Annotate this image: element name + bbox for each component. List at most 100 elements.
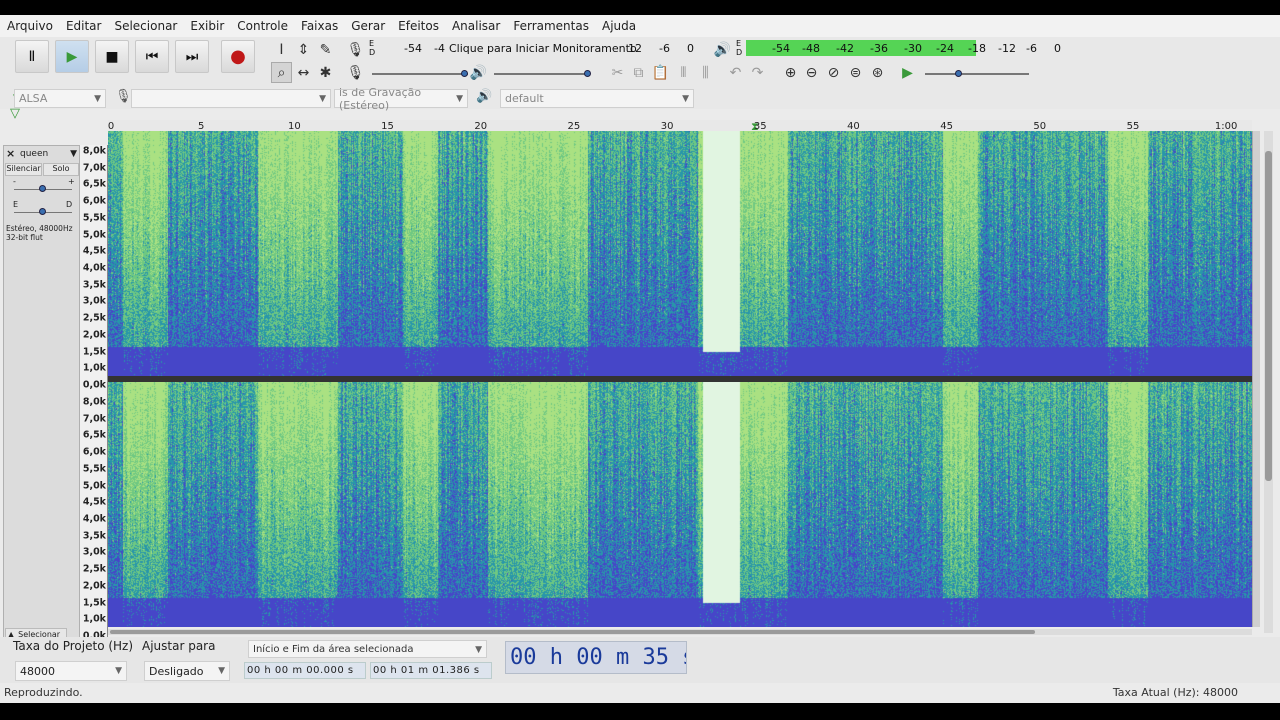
track-name-menu[interactable]: queen ▼ [18,147,79,161]
playback-volume-thumb[interactable] [584,70,591,77]
recording-device-select[interactable]: ▼ [131,89,331,108]
menu-item[interactable]: Analisar [445,19,506,33]
recording-channels-select[interactable]: is de Gravação (Estéreo) ▼ [334,86,468,112]
skip-to-end-button[interactable]: ⏭ [175,40,209,73]
timeline-options-icon[interactable]: ▽ [10,106,28,124]
pause-button[interactable]: Ⅱ [15,40,49,73]
playback-device-value: default [505,92,544,105]
menu-item[interactable]: Faixas [294,19,344,33]
zoom-tool-icon[interactable]: ⌕ [271,62,292,83]
frequency-label: 8,0k [82,145,106,157]
redo-icon[interactable]: ↷ [747,62,768,83]
menu-item[interactable]: Arquivo [0,19,59,33]
stop-button[interactable]: ■ [95,40,129,73]
horizontal-scrollbar[interactable] [108,629,1252,635]
envelope-tool-icon[interactable]: ⇕ [293,39,314,60]
chevron-down-icon: ▼ [218,666,225,676]
audio-position-display[interactable]: 00 h 00 m 35 s [505,641,687,674]
selection-start-time[interactable]: 00 h 00 m 00.000 s [244,662,366,679]
play-meter-tick: -42 [836,42,854,55]
frequency-label: 1,0k [82,362,106,374]
play-button[interactable]: ▶ [55,40,89,73]
horizontal-scrollbar-thumb[interactable] [110,630,1035,634]
speaker-icon[interactable]: 🔊 [712,39,733,60]
audio-host-value: ALSA [19,92,48,105]
frequency-label: 1,0k [82,613,106,625]
timeshift-tool-icon[interactable]: ↔ [293,62,314,83]
vertical-scrollbar[interactable] [1264,131,1273,633]
mic-volume-icon: 🎙 [346,64,365,81]
rec-meter-channels: E D [369,39,376,57]
play-meter-tick: 0 [1054,42,1061,55]
fit-project-icon[interactable]: ⊜ [845,62,866,83]
spectrogram-left-channel[interactable] [108,131,1252,376]
microphone-icon[interactable]: 🎙 [345,39,366,60]
spectrogram-right-channel[interactable] [108,382,1252,627]
paste-icon[interactable]: 📋 [650,62,671,83]
zoom-toggle-icon[interactable]: ⊛ [867,62,888,83]
project-rate-label: Taxa do Projeto (Hz) [13,639,134,653]
playback-device-select[interactable]: default ▼ [500,89,694,108]
play-meter-tick: -12 [998,42,1016,55]
selection-tool-icon[interactable]: I [271,39,292,60]
frequency-label: 2,5k [82,312,106,324]
frequency-label: 5,5k [82,463,106,475]
menu-item[interactable]: Ajuda [595,19,642,33]
multi-tool-icon[interactable]: ✱ [315,62,336,83]
project-rate-select[interactable]: 48000 ▼ [15,661,127,681]
chevron-down-icon: ▼ [319,94,326,104]
recording-volume-slider[interactable] [372,73,468,75]
menu-item[interactable]: Gerar [344,19,391,33]
mute-button[interactable]: Silenciar [5,163,42,176]
frequency-label: 8,0k [82,396,106,408]
copy-icon[interactable]: ⧉ [628,62,649,83]
selection-mode-select[interactable]: Início e Fim da área selecionada ▼ [248,640,487,658]
play-at-speed-icon[interactable]: ▶ [897,62,918,83]
zoom-out-icon[interactable]: ⊖ [801,62,822,83]
menu-item[interactable]: Exibir [183,19,230,33]
frequency-label: 4,0k [82,262,106,274]
skip-start-icon: ⏮ [145,48,159,65]
menu-item[interactable]: Selecionar [107,19,183,33]
frequency-label: 1,5k [82,346,106,358]
skip-to-start-button[interactable]: ⏮ [135,40,169,73]
skip-end-icon: ⏭ [185,48,199,65]
pan-thumb[interactable] [39,208,46,215]
solo-button[interactable]: Solo [43,163,79,176]
selection-toolbar: Taxa do Projeto (Hz) 48000 ▼ Ajustar para… [0,637,1280,683]
play-speed-thumb[interactable] [955,70,962,77]
frequency-label: 5,0k [82,480,106,492]
menu-item[interactable]: Editar [59,19,108,33]
chevron-down-icon: ▼ [475,645,482,655]
menu-item[interactable]: Controle [230,19,294,33]
menu-item[interactable]: Efeitos [391,19,445,33]
frequency-label: 2,5k [82,563,106,575]
gain-thumb[interactable] [39,185,46,192]
frequency-label: 6,5k [82,178,106,190]
frequency-label: 4,0k [82,513,106,525]
record-button[interactable]: ● [221,40,255,73]
silence-icon[interactable]: ⫼ [695,62,716,83]
selection-end-time[interactable]: 00 h 01 m 01.386 s [370,662,492,679]
stop-icon: ■ [105,48,119,65]
recording-volume-thumb[interactable] [461,70,468,77]
snap-to-value: Desligado [149,664,204,678]
undo-icon[interactable]: ↶ [725,62,746,83]
playback-meter[interactable]: -54 -48 -42 -36 -30 -24 -18 -12 -6 0 [746,39,1066,57]
selection-start-value: 00 h 00 m 00.000 s [247,665,354,676]
fit-selection-icon[interactable]: ⊘ [823,62,844,83]
close-track-icon[interactable]: × [6,147,15,160]
chevron-down-icon: ▼ [456,94,463,104]
menu-item[interactable]: Ferramentas [506,19,595,33]
zoom-in-icon[interactable]: ⊕ [780,62,801,83]
trim-icon[interactable]: ⫴ [673,62,694,83]
vertical-scrollbar-thumb[interactable] [1265,151,1272,481]
play-speed-slider[interactable] [925,73,1029,75]
recording-meter[interactable]: -54 -4 Clique para Iniciar Monitoramento… [378,39,700,57]
draw-tool-icon[interactable]: ✎ [315,39,336,60]
track-control-panel: × queen ▼ Silenciar Solo - + E D Estéreo,… [3,145,80,642]
snap-to-select[interactable]: Desligado ▼ [144,661,230,681]
cut-icon[interactable]: ✂ [607,62,628,83]
recording-channels-value: is de Gravação (Estéreo) [339,85,422,112]
playback-volume-slider[interactable] [494,73,590,75]
